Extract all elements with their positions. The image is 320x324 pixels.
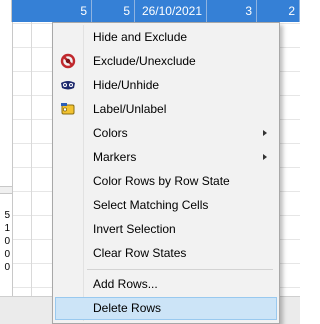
- menu-item-label: Exclude/Unexclude: [93, 54, 196, 68]
- hide-mask-icon: [60, 77, 76, 93]
- label-tag-icon: [60, 101, 76, 117]
- menu-separator: [87, 269, 273, 270]
- left-side-panel: 5 1 0 0 0: [0, 22, 13, 296]
- panel-value: 0: [4, 236, 10, 247]
- menu-item-hide-unhide[interactable]: Hide/Unhide: [55, 74, 277, 97]
- menu-item-colors[interactable]: Colors: [55, 122, 277, 145]
- selected-row[interactable]: 5 5 26/10/2021 3 2: [0, 0, 300, 22]
- exclude-icon: [60, 53, 76, 69]
- menu-item-label: Label/Unlabel: [93, 102, 167, 116]
- menu-item-label: Add Rows...: [93, 277, 158, 291]
- menu-item-delete-rows[interactable]: Delete Rows: [55, 297, 277, 320]
- panel-value: 1: [4, 223, 10, 234]
- submenu-arrow-icon: [263, 154, 267, 160]
- menu-item-label: Clear Row States: [93, 246, 187, 260]
- panel-splitter[interactable]: [0, 186, 12, 194]
- table-cell[interactable]: 2: [257, 0, 300, 22]
- menu-item-label: Delete Rows: [93, 301, 162, 315]
- row-header-cell[interactable]: [0, 0, 12, 22]
- menu-item-clear-row-states[interactable]: Clear Row States: [55, 242, 277, 265]
- menu-item-label: Color Rows by Row State: [93, 174, 230, 188]
- panel-value: 0: [4, 262, 10, 273]
- table-cell[interactable]: 5: [92, 0, 135, 22]
- table-cell[interactable]: 5: [12, 0, 92, 22]
- menu-item-hide-and-exclude[interactable]: Hide and Exclude: [55, 26, 277, 49]
- menu-item-invert-selection[interactable]: Invert Selection: [55, 218, 277, 241]
- menu-item-add-rows[interactable]: Add Rows...: [55, 273, 277, 296]
- panel-value: 0: [4, 249, 10, 260]
- menu-item-label: Colors: [93, 126, 128, 140]
- menu-item-label-unlabel[interactable]: Label/Unlabel: [55, 98, 277, 121]
- table-cell[interactable]: 3: [207, 0, 257, 22]
- menu-item-color-rows-by-row-state[interactable]: Color Rows by Row State: [55, 170, 277, 193]
- row-context-menu: Hide and Exclude Exclude/Unexclude Hide/…: [52, 22, 280, 324]
- submenu-arrow-icon: [263, 130, 267, 136]
- menu-item-markers[interactable]: Markers: [55, 146, 277, 169]
- panel-value: 5: [4, 210, 10, 221]
- menu-item-label: Select Matching Cells: [93, 198, 209, 212]
- menu-item-exclude-unexclude[interactable]: Exclude/Unexclude: [55, 50, 277, 73]
- menu-item-label: Hide/Unhide: [93, 78, 160, 92]
- table-cell[interactable]: 26/10/2021: [135, 0, 207, 22]
- menu-item-label: Hide and Exclude: [93, 30, 188, 44]
- menu-item-select-matching-cells[interactable]: Select Matching Cells: [55, 194, 277, 217]
- menu-item-label: Markers: [93, 150, 137, 164]
- menu-item-label: Invert Selection: [93, 222, 176, 236]
